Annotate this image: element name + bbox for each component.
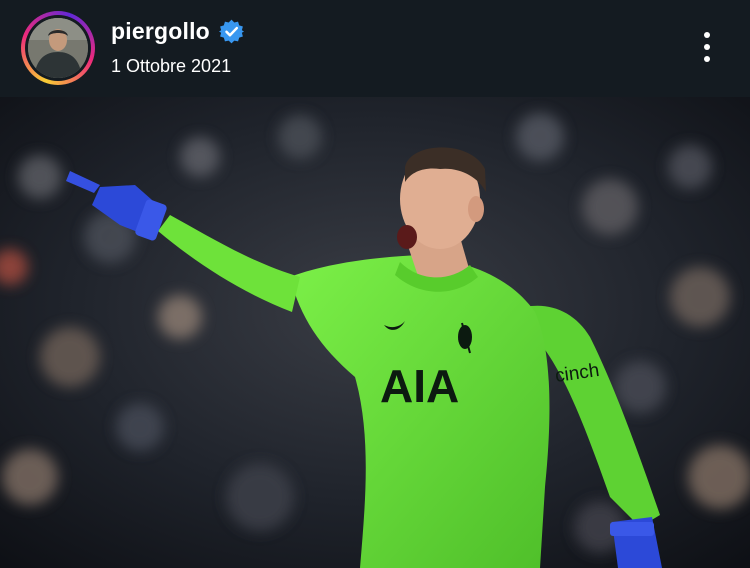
avatar-image: [28, 18, 88, 78]
post-header: piergollo 1 Ottobre 2021: [0, 0, 750, 97]
more-options-button[interactable]: [692, 28, 722, 68]
story-ring[interactable]: [21, 11, 95, 85]
post-date: 1 Ottobre 2021: [111, 56, 232, 76]
shirt-sponsor-text: AIA: [380, 360, 459, 412]
instagram-post: piergollo 1 Ottobre 2021 AIA cinch: [0, 0, 750, 568]
username[interactable]: piergollo: [111, 18, 210, 45]
verified-badge-icon: [218, 19, 244, 44]
goalkeeper-photo: AIA cinch: [0, 97, 750, 568]
more-vertical-icon: [704, 32, 710, 38]
avatar[interactable]: [28, 18, 88, 78]
post-photo[interactable]: AIA cinch: [0, 97, 750, 568]
